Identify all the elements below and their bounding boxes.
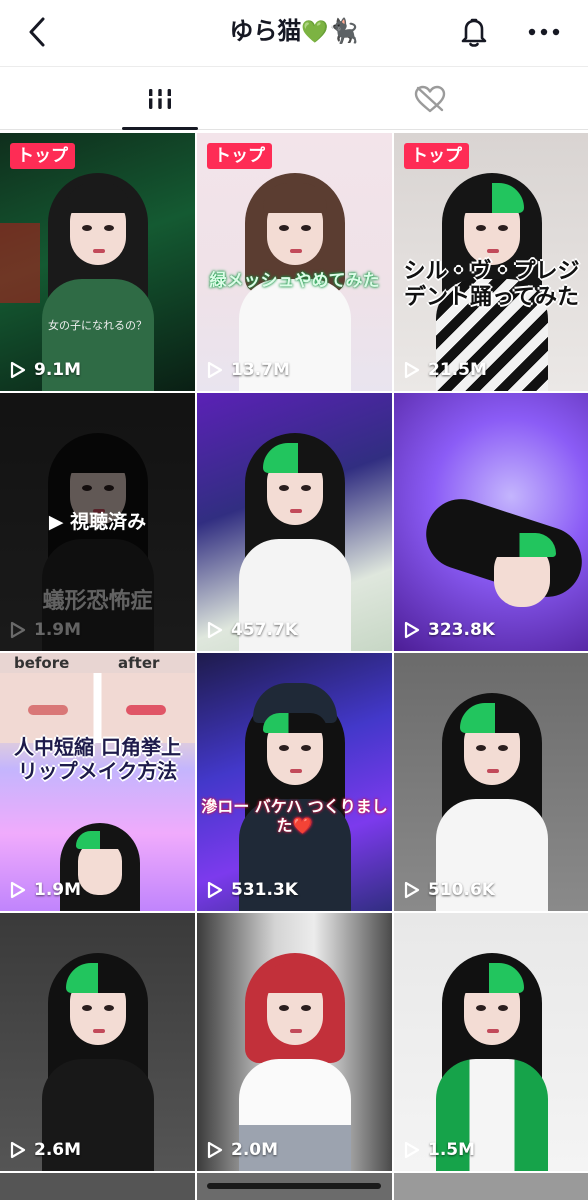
video-caption: 女の子になれるの？ [48, 319, 147, 332]
play-outline-icon [207, 881, 223, 899]
view-count-text: 1.9M [34, 880, 82, 900]
lip-before [28, 705, 68, 715]
video-tile[interactable] [0, 1173, 195, 1200]
view-count: 2.0M [207, 1137, 278, 1163]
play-outline-icon [404, 361, 420, 379]
view-count: 510.6K [404, 877, 495, 903]
video-tile[interactable]: 457.7K [197, 393, 392, 651]
play-outline-icon [10, 621, 26, 639]
profile-tabs [0, 66, 588, 130]
video-caption: シル・ヴ・プレジデント踊ってみた [403, 259, 580, 311]
view-count: 9.1M [10, 357, 81, 383]
play-outline-icon [404, 1141, 420, 1159]
video-tile[interactable]: 2.0M [197, 913, 392, 1171]
play-outline-icon [10, 361, 26, 379]
view-count-text: 2.0M [231, 1140, 279, 1160]
view-count-text: 9.1M [34, 360, 82, 380]
heart-hidden-icon [414, 85, 446, 112]
play-outline-icon [404, 881, 420, 899]
video-tile[interactable]: 蟻形恐怖症 ▶ 視聴済み 1.9M [0, 393, 195, 651]
play-outline-icon [10, 1141, 26, 1159]
video-tile[interactable]: 女の子になれるの？ トップ 9.1M [0, 133, 195, 391]
view-count-text: 2.6M [34, 1140, 82, 1160]
video-caption: 人中短縮 口角挙上 リップメイク方法 [14, 735, 181, 783]
title-text: ゆら猫 [229, 17, 302, 45]
view-count-text: 457.7K [231, 620, 298, 640]
top-badge: トップ [404, 143, 469, 169]
video-tile[interactable]: 2.6M [0, 913, 195, 1171]
more-horizontal-icon [528, 28, 560, 36]
watched-label: ▶ 視聴済み [48, 511, 147, 533]
bell-icon [461, 18, 487, 47]
creator-face [78, 841, 122, 895]
green-heart-icon: 💚 [301, 20, 329, 45]
view-count: 13.7M [207, 357, 290, 383]
view-count: 2.6M [10, 1137, 81, 1163]
home-indicator[interactable] [207, 1183, 381, 1189]
video-tile[interactable]: 緑メッシュやめてみた トップ 13.7M [197, 133, 392, 391]
view-count-text: 531.3K [231, 880, 298, 900]
view-count-text: 13.7M [231, 360, 290, 380]
active-tab-indicator [122, 127, 198, 130]
video-tile[interactable]: 510.6K [394, 653, 588, 911]
notifications-button[interactable] [456, 14, 492, 50]
top-badge: トップ [10, 143, 75, 169]
tab-videos[interactable] [90, 67, 230, 130]
view-count-text: 323.8K [428, 620, 495, 640]
video-grid: 女の子になれるの？ トップ 9.1M 緑メッシュやめてみた トップ 13.7M [0, 133, 588, 1200]
video-tile[interactable]: 1.5M [394, 913, 588, 1171]
video-caption: 滲ロー バケハ つくりました❤️ [201, 797, 388, 836]
creator-bangs [76, 831, 124, 849]
black-cat-icon: 🐈‍⬛ [328, 17, 359, 45]
video-tile[interactable] [394, 1173, 588, 1200]
view-count-text: 510.6K [428, 880, 495, 900]
play-outline-icon [10, 881, 26, 899]
video-tile[interactable]: before after 人中短縮 口角挙上 リップメイク方法 1.9M [0, 653, 195, 911]
video-tile[interactable]: シル・ヴ・プレジデント踊ってみた トップ 21.5M [394, 133, 588, 391]
video-caption: 蟻形恐怖症 [42, 589, 153, 614]
play-outline-icon [207, 361, 223, 379]
view-count: 457.7K [207, 617, 298, 643]
video-tile[interactable]: 滲ロー バケハ つくりました❤️ 531.3K [197, 653, 392, 911]
before-label: before [14, 654, 70, 672]
view-count-text: 1.5M [428, 1140, 476, 1160]
page-title: ゆら猫💚🐈‍⬛ [0, 12, 588, 52]
view-count: 323.8K [404, 617, 495, 643]
view-count: 21.5M [404, 357, 487, 383]
view-count-text: 1.9M [34, 620, 82, 640]
grid-bars-icon [148, 88, 172, 109]
view-count: 1.9M [10, 617, 81, 643]
tab-liked[interactable] [360, 67, 500, 130]
lying-bangs [490, 533, 556, 557]
play-outline-icon [207, 621, 223, 639]
after-label: after [118, 654, 160, 672]
profile-header: ゆら猫💚🐈‍⬛ [0, 0, 588, 66]
monitor-glow [0, 223, 40, 303]
top-badge: トップ [207, 143, 272, 169]
lip-after [126, 705, 166, 715]
more-options-button[interactable] [524, 14, 564, 50]
view-count: 1.5M [404, 1137, 475, 1163]
video-tile[interactable]: 323.8K [394, 393, 588, 651]
play-outline-icon [404, 621, 420, 639]
video-caption: 緑メッシュやめてみた [209, 271, 380, 291]
play-outline-icon [207, 1141, 223, 1159]
view-count: 1.9M [10, 877, 81, 903]
view-count-text: 21.5M [428, 360, 487, 380]
view-count: 531.3K [207, 877, 298, 903]
